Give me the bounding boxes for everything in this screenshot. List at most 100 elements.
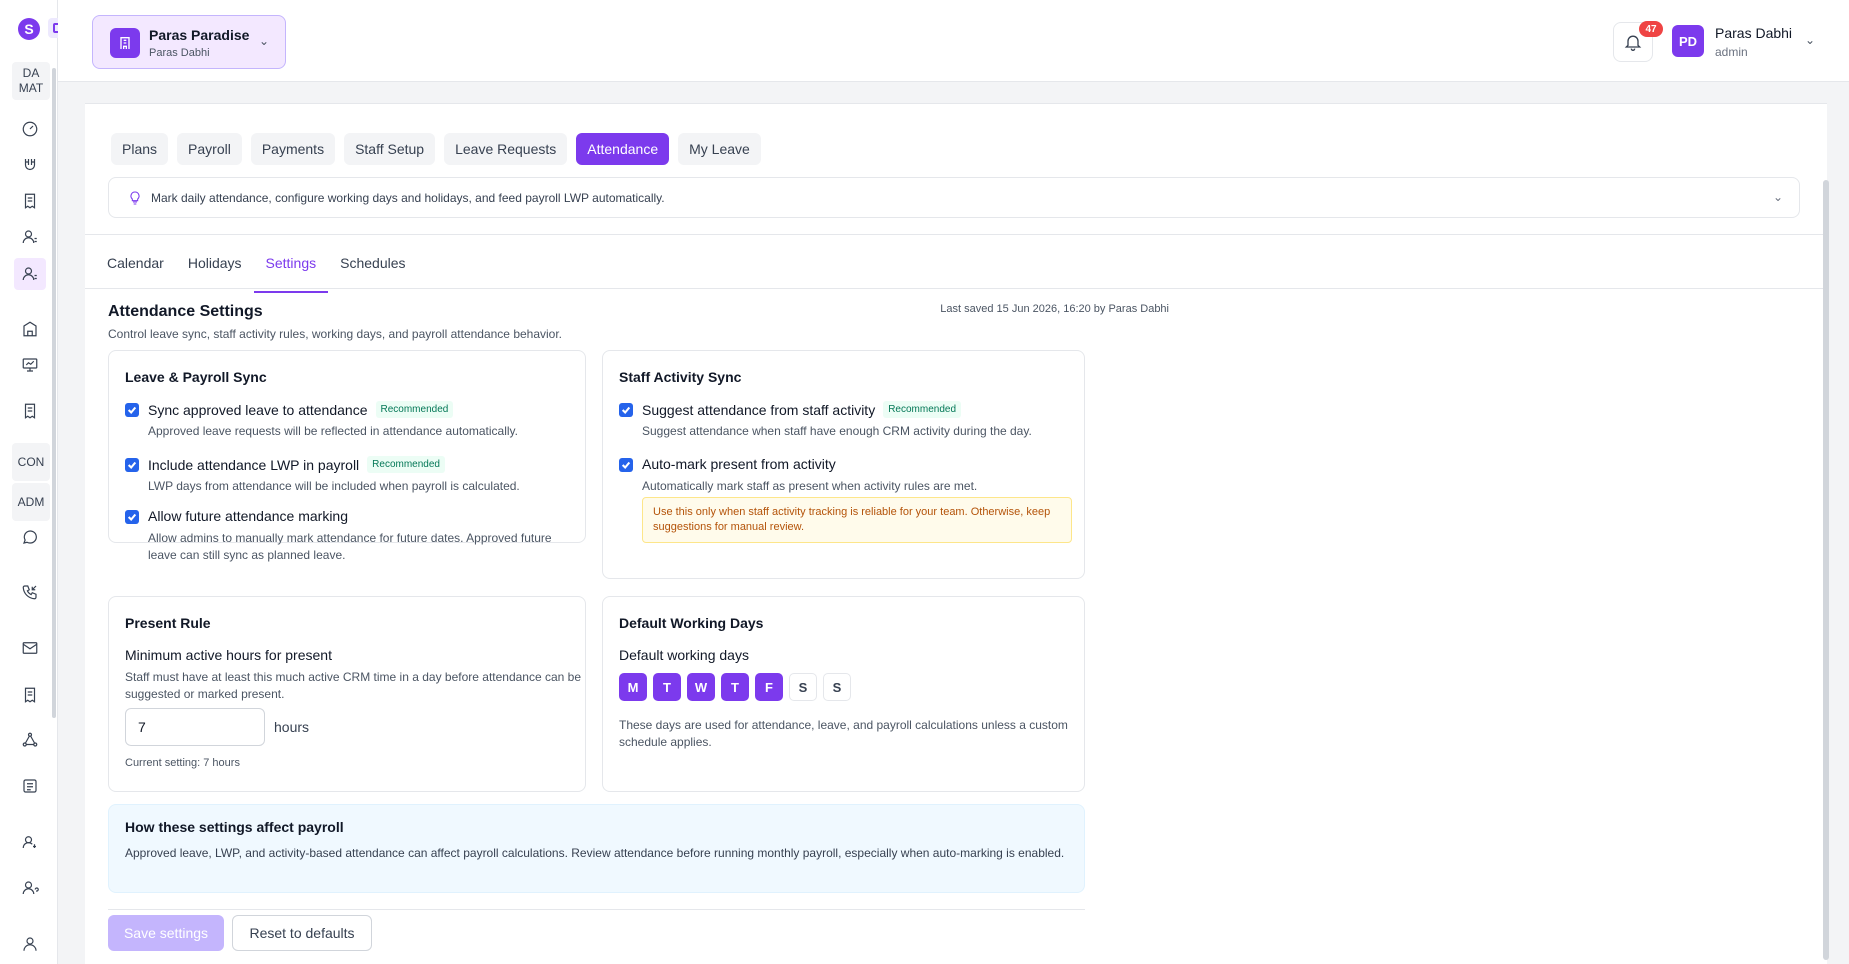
receipt-3-icon[interactable]	[14, 679, 46, 711]
tab-plans[interactable]: Plans	[111, 133, 169, 165]
day-toggle-tuesday[interactable]: T	[653, 673, 681, 701]
day-toggle-friday[interactable]: F	[755, 673, 783, 701]
sidebar-section-label: ADM	[17, 494, 45, 509]
bell-icon	[1624, 35, 1642, 51]
divider	[85, 288, 1827, 289]
option-description: Approved leave requests will be reflecte…	[148, 424, 518, 438]
user-icon[interactable]	[14, 928, 46, 960]
sidebar-section-label: CON	[17, 454, 45, 469]
tab-attendance[interactable]: Attendance	[576, 133, 670, 165]
chevron-down-icon[interactable]: ⌄	[1805, 33, 1815, 47]
user-name[interactable]: Paras Dabhi	[1715, 25, 1792, 41]
tab-schedules[interactable]: Schedules	[328, 235, 417, 293]
sidebar-section-contacts[interactable]: CON	[12, 443, 50, 481]
magnet-icon[interactable]	[14, 149, 46, 181]
recommended-badge: Recommended	[883, 401, 962, 418]
tab-settings[interactable]: Settings	[253, 235, 329, 293]
organization-name: Paras Paradise	[149, 27, 250, 43]
info-text: Approved leave, LWP, and activity-based …	[125, 846, 1065, 860]
tab-leave-requests[interactable]: Leave Requests	[444, 133, 568, 165]
gauge-icon[interactable]	[14, 113, 46, 145]
hours-unit-label: hours	[274, 719, 310, 735]
top-header: Paras Paradise Paras Dabhi ⌄ 47 PD Paras…	[58, 0, 1849, 82]
sidebar-scrollbar[interactable]	[52, 68, 56, 718]
card-title: Default Working Days	[619, 615, 764, 631]
user-question-icon[interactable]	[14, 872, 46, 904]
sidebar: S DA MAT CON ADM	[0, 0, 68, 964]
building-icon	[110, 28, 140, 58]
phone-incoming-icon[interactable]	[14, 576, 46, 608]
network-icon[interactable]	[14, 724, 46, 756]
user-gear-icon[interactable]	[14, 826, 46, 858]
user-role: admin	[1715, 45, 1748, 59]
avatar[interactable]: PD	[1672, 25, 1704, 57]
working-days-card: Default Working Days Default working day…	[602, 596, 1085, 792]
organization-switcher[interactable]: Paras Paradise Paras Dabhi ⌄	[92, 15, 286, 69]
checkbox[interactable]	[125, 510, 139, 524]
day-toggle-sunday[interactable]: S	[823, 673, 851, 701]
sidebar-section-admin[interactable]: ADM	[12, 483, 50, 521]
day-toggle-wednesday[interactable]: W	[687, 673, 715, 701]
card-title: Staff Activity Sync	[619, 369, 742, 385]
tab-calendar[interactable]: Calendar	[95, 235, 176, 293]
last-saved-text: Last saved 15 Jun 2026, 16:20 by Paras D…	[940, 303, 1169, 315]
checkbox[interactable]	[619, 458, 633, 472]
staff-activity-sync-card: Staff Activity Sync Suggest attendance f…	[602, 350, 1085, 579]
page-subtitle: Control leave sync, staff activity rules…	[108, 327, 563, 341]
hint-banner[interactable]: Mark daily attendance, configure working…	[108, 177, 1800, 218]
info-title: How these settings affect payroll	[125, 819, 344, 835]
whatsapp-icon[interactable]	[14, 521, 46, 553]
tab-payroll[interactable]: Payroll	[177, 133, 242, 165]
option-label: Include attendance LWP in payroll	[148, 456, 360, 473]
checkbox[interactable]	[619, 403, 633, 417]
page-title: Attendance Settings	[108, 303, 263, 320]
option-label-wrap: Suggest attendance from staff activity Re…	[642, 401, 962, 418]
tab-my-leave[interactable]: My Leave	[678, 133, 761, 165]
mail-icon[interactable]	[14, 632, 46, 664]
recommended-badge: Recommended	[367, 456, 445, 473]
field-label: Default working days	[619, 647, 749, 663]
reset-defaults-button[interactable]: Reset to defaults	[232, 915, 372, 951]
save-settings-button[interactable]: Save settings	[108, 915, 224, 951]
checkbox[interactable]	[125, 458, 139, 472]
option-description: Allow admins to manually mark attendance…	[148, 531, 552, 562]
min-hours-input[interactable]	[125, 708, 265, 746]
option-description: Suggest attendance when staff have enoug…	[642, 424, 1032, 438]
report-icon[interactable]	[14, 770, 46, 802]
field-label: Minimum active hours for present	[125, 647, 332, 663]
staff-icon[interactable]	[14, 221, 46, 253]
sidebar-section-label-2: MAT	[18, 81, 44, 95]
main-scrollbar[interactable]	[1823, 180, 1829, 960]
tab-staff-setup[interactable]: Staff Setup	[344, 133, 436, 165]
day-toggle-thursday[interactable]: T	[721, 673, 749, 701]
day-toggle-saturday[interactable]: S	[789, 673, 817, 701]
chevron-down-icon[interactable]: ⌄	[1773, 190, 1783, 204]
lightbulb-icon	[127, 190, 143, 206]
notifications-button[interactable]: 47	[1613, 21, 1663, 62]
attendance-subtabs: Calendar Holidays Settings Schedules	[95, 235, 418, 293]
sidebar-section-dashboard[interactable]: DA MAT	[12, 62, 50, 100]
staff-active-icon[interactable]	[14, 258, 46, 290]
option-description: LWP days from attendance will be include…	[148, 479, 520, 493]
notification-count-badge: 47	[1639, 21, 1663, 37]
current-setting-text: Current setting: 7 hours	[125, 757, 240, 769]
option-label-wrap: Allow future attendance marking	[148, 508, 348, 524]
leave-payroll-sync-card: Leave & Payroll Sync Sync approved leave…	[108, 350, 586, 562]
tab-payments[interactable]: Payments	[250, 133, 336, 165]
main-content: Plans Payroll Payments Staff Setup Leave…	[85, 103, 1827, 964]
receipt-icon[interactable]	[14, 185, 46, 217]
option-label-wrap: Include attendance LWP in payroll Recomme…	[148, 456, 445, 473]
option-label-wrap: Auto-mark present from activity	[642, 456, 836, 472]
presentation-icon[interactable]	[14, 349, 46, 381]
tab-holidays[interactable]: Holidays	[176, 235, 254, 293]
divider	[108, 909, 1085, 910]
day-toggle-monday[interactable]: M	[619, 673, 647, 701]
building-icon[interactable]	[14, 313, 46, 345]
card-title: Leave & Payroll Sync	[125, 369, 267, 385]
app-logo[interactable]: S	[18, 18, 40, 40]
checkbox[interactable]	[125, 403, 139, 417]
option-label: Suggest attendance from staff activity	[642, 401, 876, 418]
payroll-info-card: How these settings affect payroll Approv…	[108, 804, 1085, 893]
receipt-2-icon[interactable]	[14, 395, 46, 427]
present-rule-card: Present Rule Minimum active hours for pr…	[108, 596, 586, 792]
